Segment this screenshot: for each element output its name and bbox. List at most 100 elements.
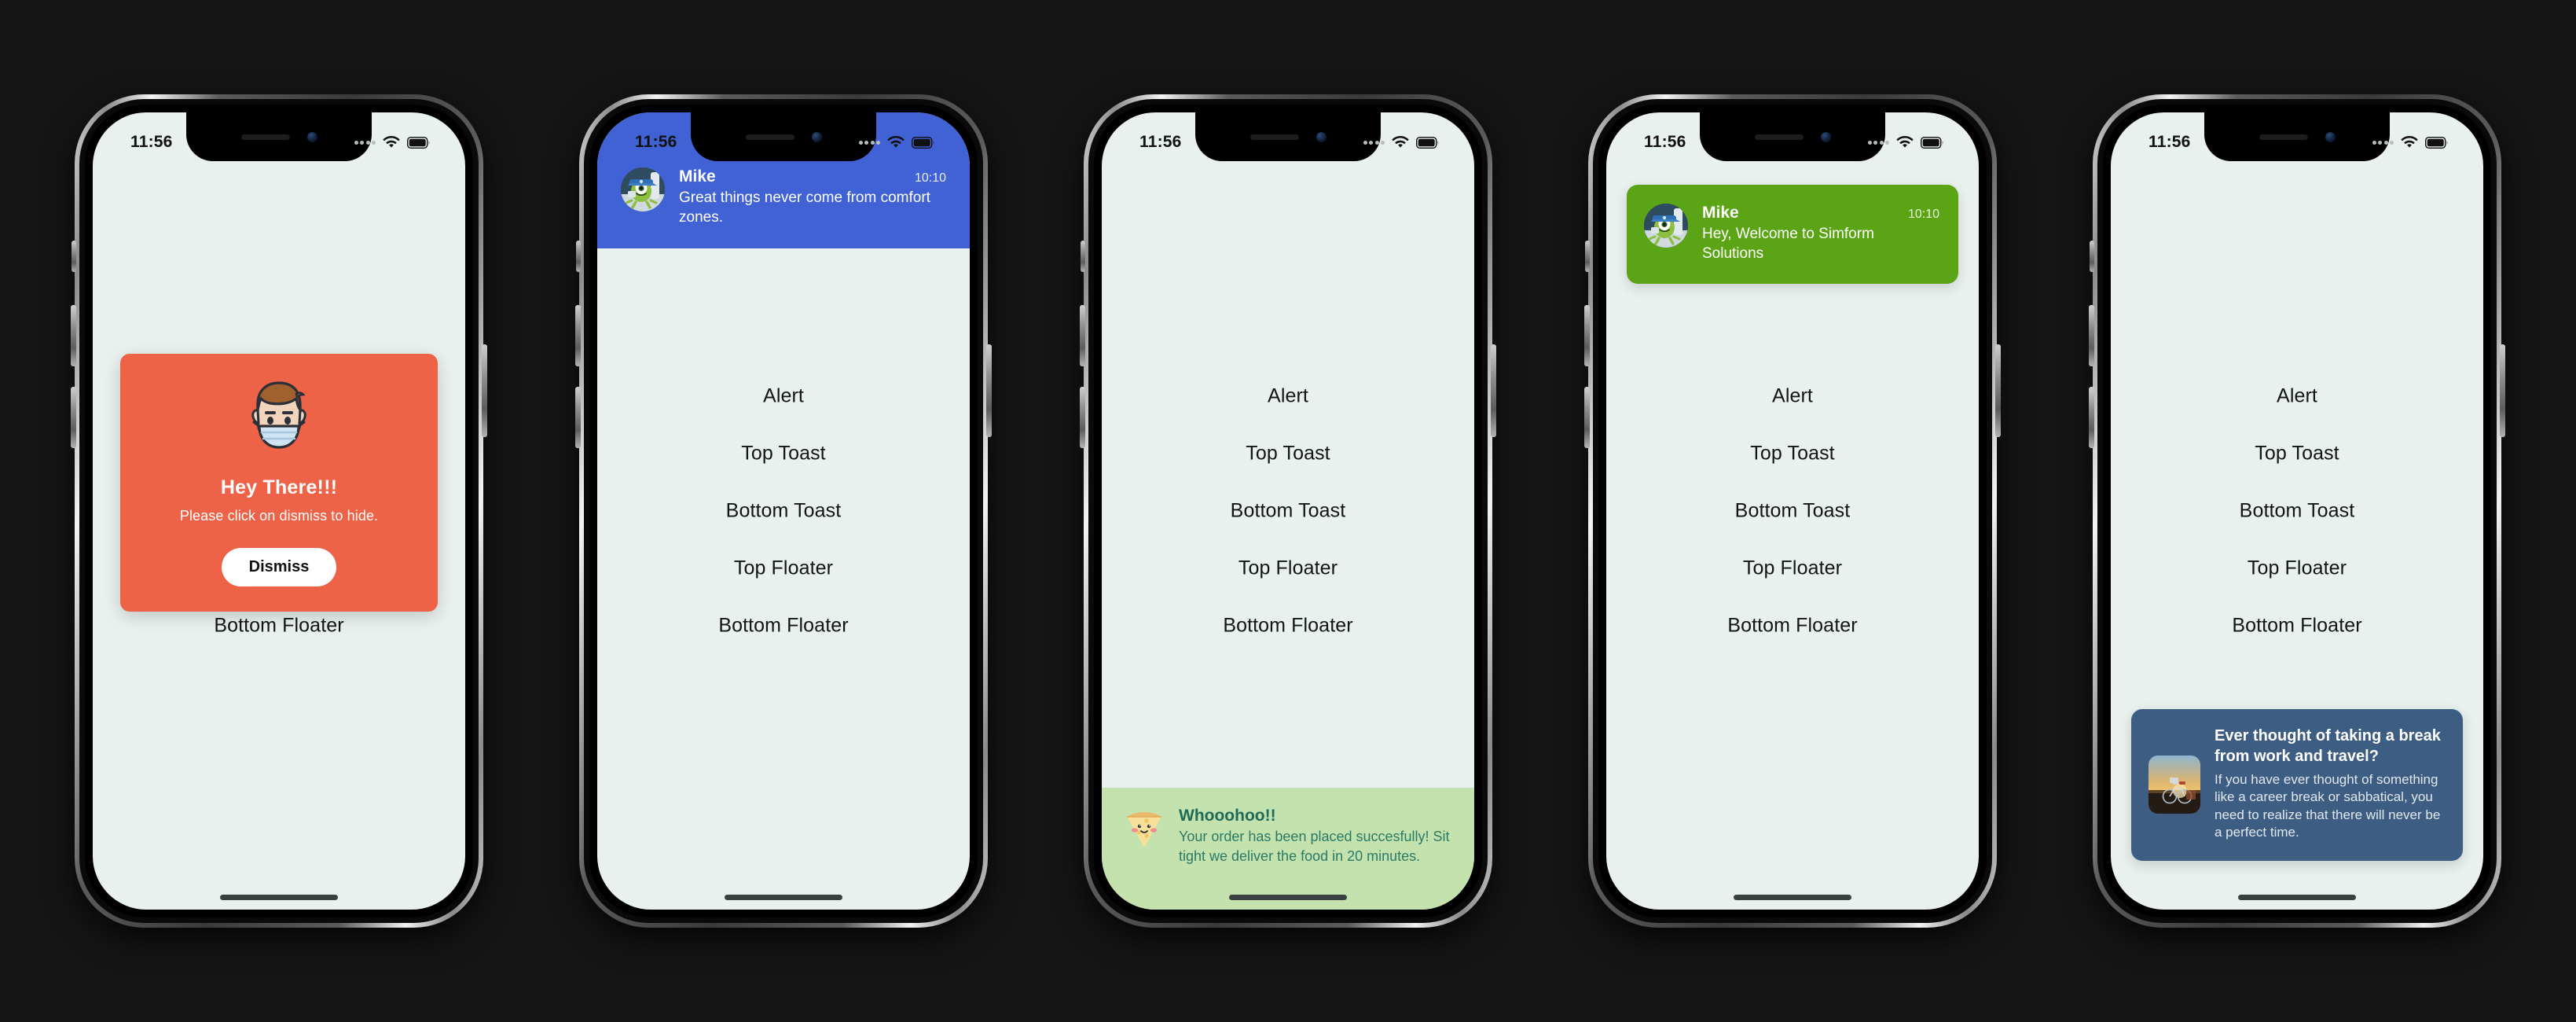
volume-down-button[interactable] — [1080, 387, 1085, 448]
phone-device-top-toast: Mike 10:10 Great things never come from … — [575, 94, 992, 928]
phone-screen-alert: 11:56 Alert Top Toast Bottom Toast — [93, 112, 465, 910]
home-indicator[interactable] — [2238, 895, 2356, 900]
earpiece-speaker-icon — [1249, 134, 1299, 140]
mute-switch-button[interactable] — [1585, 241, 1590, 272]
action-item-top-toast[interactable]: Top Toast — [741, 443, 825, 465]
volume-down-button[interactable] — [1584, 387, 1590, 448]
phone-inner-bezel: 11:56 Alert Top Toast Bottom Toast — [2103, 105, 2491, 917]
status-bar-time: 11:56 — [130, 133, 173, 151]
top-floater-sender: Mike — [1702, 204, 1739, 222]
battery-icon — [2425, 136, 2449, 149]
action-item-bottom-toast[interactable]: Bottom Toast — [726, 500, 842, 523]
top-toast-content: Mike 10:10 Great things never come from … — [679, 167, 946, 228]
phone-screen-bottom-floater: 11:56 Alert Top Toast Bottom Toast Top F… — [2111, 112, 2483, 910]
power-button[interactable] — [2500, 344, 2505, 437]
action-item-top-toast[interactable]: Top Toast — [1246, 443, 1330, 465]
phone-device-bottom-toast: 11:56 Alert Top Toast Bottom Toast Top F… — [1080, 94, 1496, 928]
volume-up-button[interactable] — [1584, 305, 1590, 366]
top-toast-sender: Mike — [679, 167, 716, 186]
power-button[interactable] — [1491, 344, 1496, 437]
mute-switch-button[interactable] — [2090, 241, 2094, 272]
mute-switch-button[interactable] — [576, 241, 581, 272]
action-item-alert[interactable]: Alert — [2277, 385, 2317, 408]
wifi-icon — [2401, 136, 2418, 149]
top-toast-message: Great things never come from comfort zon… — [679, 189, 930, 226]
status-bar-time: 11:56 — [2149, 133, 2191, 151]
volume-down-button[interactable] — [71, 387, 76, 448]
action-item-top-toast[interactable]: Top Toast — [2255, 443, 2339, 465]
battery-icon — [407, 136, 431, 149]
top-floater-card[interactable]: Mike 10:10 Hey, Welcome to Simform Solut… — [1627, 185, 1958, 285]
volume-up-button[interactable] — [1080, 305, 1085, 366]
action-item-top-floater[interactable]: Top Floater — [734, 557, 833, 580]
top-toast-header: Mike 10:10 — [679, 167, 946, 186]
top-floater-content: Mike 10:10 Hey, Welcome to Simform Solut… — [1702, 204, 1939, 263]
status-bar-time: 11:56 — [1644, 133, 1686, 151]
phone-screen-top-toast: Mike 10:10 Great things never come from … — [597, 112, 970, 910]
home-indicator[interactable] — [220, 895, 338, 900]
pizza-slice-icon — [1122, 807, 1166, 851]
notch — [1700, 112, 1885, 161]
volume-up-button[interactable] — [575, 305, 581, 366]
action-list: Alert Top Toast Bottom Toast Top Floater… — [1102, 385, 1474, 638]
home-indicator[interactable] — [1734, 895, 1851, 900]
action-item-bottom-floater[interactable]: Bottom Floater — [214, 615, 343, 638]
bottom-toast-message: Your order has been placed succesfully! … — [1179, 829, 1450, 864]
action-list: Alert Top Toast Bottom Toast Top Floater… — [597, 385, 970, 638]
action-item-alert[interactable]: Alert — [1772, 385, 1813, 408]
mike-avatar-icon — [621, 167, 665, 211]
action-item-bottom-toast[interactable]: Bottom Toast — [1735, 500, 1851, 523]
volume-down-button[interactable] — [575, 387, 581, 448]
home-indicator[interactable] — [725, 895, 842, 900]
battery-icon — [1921, 136, 1944, 149]
action-list: Alert Top Toast Bottom Toast Top Floater… — [1606, 385, 1979, 638]
earpiece-speaker-icon — [1754, 134, 1804, 140]
mute-switch-button[interactable] — [1081, 241, 1085, 272]
action-item-bottom-floater[interactable]: Bottom Floater — [2232, 615, 2361, 638]
dismiss-button[interactable]: Dismiss — [221, 548, 337, 586]
phone-screen-top-floater: 11:56 Mike 10:10 Hey, Welcome to Simform… — [1606, 112, 1979, 910]
phone-device-alert: 11:56 Alert Top Toast Bottom Toast — [71, 94, 487, 928]
bottom-floater-card[interactable]: Ever thought of taking a break from work… — [2131, 709, 2463, 861]
status-bar-time: 11:56 — [1139, 133, 1182, 151]
power-button[interactable] — [1995, 344, 2001, 437]
action-item-alert[interactable]: Alert — [763, 385, 804, 408]
alert-subtitle: Please click on dismiss to hide. — [179, 508, 379, 524]
volume-up-button[interactable] — [2089, 305, 2094, 366]
bottom-toast-title: Whooohoo!! — [1179, 807, 1276, 825]
front-camera-icon — [1316, 131, 1327, 142]
bottom-toast-content: Whooohoo!! Your order has been placed su… — [1179, 807, 1451, 866]
action-item-alert[interactable]: Alert — [1268, 385, 1308, 408]
action-item-top-toast[interactable]: Top Toast — [1750, 443, 1834, 465]
action-item-top-floater[interactable]: Top Floater — [2248, 557, 2347, 580]
action-item-bottom-floater[interactable]: Bottom Floater — [1727, 615, 1857, 638]
action-item-bottom-toast[interactable]: Bottom Toast — [1231, 500, 1346, 523]
action-item-bottom-floater[interactable]: Bottom Floater — [1223, 615, 1352, 638]
mike-avatar-icon — [1644, 204, 1688, 248]
notch — [2204, 112, 2390, 161]
front-camera-icon — [1820, 131, 1831, 142]
notch — [691, 112, 876, 161]
phone-device-top-floater: 11:56 Mike 10:10 Hey, Welcome to Simform… — [1584, 94, 2001, 928]
bottom-floater-content: Ever thought of taking a break from work… — [2215, 726, 2444, 842]
volume-up-button[interactable] — [71, 305, 76, 366]
volume-down-button[interactable] — [2089, 387, 2094, 448]
action-item-top-floater[interactable]: Top Floater — [1238, 557, 1338, 580]
action-item-top-floater[interactable]: Top Floater — [1743, 557, 1842, 580]
power-button[interactable] — [986, 344, 992, 437]
phone-inner-bezel: 11:56 Alert Top Toast Bottom Toast — [1094, 105, 1482, 917]
phone-inner-bezel: 11:56 Alert Top Toast Bottom Toast — [85, 105, 473, 917]
front-camera-icon — [811, 131, 822, 142]
battery-icon — [1416, 136, 1440, 149]
action-item-bottom-toast[interactable]: Bottom Toast — [2240, 500, 2355, 523]
action-item-bottom-floater[interactable]: Bottom Floater — [718, 615, 848, 638]
mute-switch-button[interactable] — [72, 241, 76, 272]
phone-inner-bezel: 11:56 Mike 10:10 Hey, Welcome to Simform… — [1598, 105, 1987, 917]
power-button[interactable] — [482, 344, 487, 437]
bottom-toast-banner[interactable]: Whooohoo!! Your order has been placed su… — [1102, 788, 1474, 910]
top-floater-time: 10:10 — [1907, 208, 1939, 221]
home-indicator[interactable] — [1229, 895, 1347, 900]
wifi-icon — [1392, 136, 1409, 149]
top-floater-message: Hey, Welcome to Simform Solutions — [1702, 226, 1874, 263]
earpiece-speaker-icon — [240, 134, 290, 140]
